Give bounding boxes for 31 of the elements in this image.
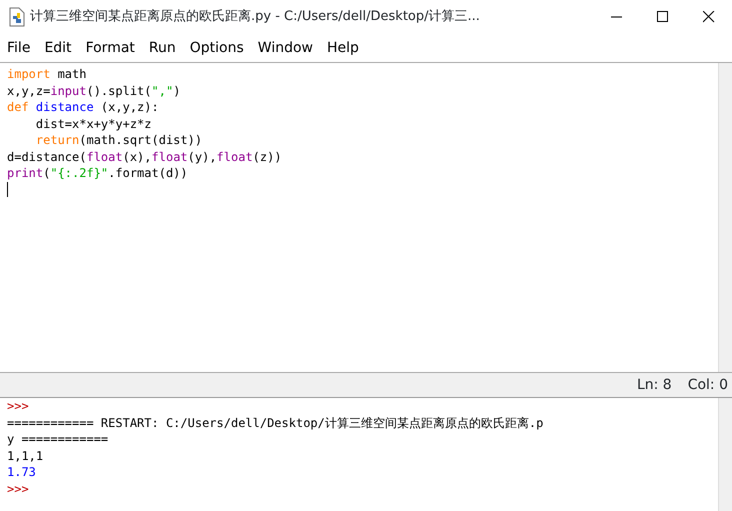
shell-line: 1,1,1: [7, 448, 44, 464]
maximize-icon: [657, 11, 669, 23]
code-line: return(math.sqrt(dist)): [34, 132, 202, 148]
menu-item[interactable]: Options: [182, 38, 251, 58]
code-line: dist=x*x+y*y+z*z: [34, 116, 152, 132]
code-line: def distance (x,y,z):: [7, 99, 159, 116]
line-number-status: Ln: 8: [636, 376, 672, 394]
python-file-icon: [8, 7, 26, 27]
close-icon: [703, 11, 715, 23]
scrollbar[interactable]: [718, 63, 732, 372]
menu-item[interactable]: Help: [320, 38, 366, 58]
window-title: 计算三维空间某点距离原点的欧氏距离.py - C:/Users/dell/Desktop/计算三...: [30, 8, 481, 26]
column-status: Col: 0: [688, 376, 728, 394]
code-editor[interactable]: import math x,y,z=input().split(",") def distance (x,y,z): dist=x*x+y*y+z*z return(math.sqrt(dist)) d=distance(float(x),float(y),float(z)) print("{:.2f}".format(d)): [0, 63, 718, 372]
shell-prompt: >>>: [7, 398, 29, 414]
shell-line: ============ RESTART: C:/Users/dell/Desktop/计算三维空间某点距离原点的欧氏距离.p: [7, 414, 544, 431]
menu-item[interactable]: Format: [78, 38, 142, 58]
shell-line: 1.73: [7, 464, 36, 480]
menu-item[interactable]: Edit: [37, 38, 79, 58]
text-cursor: [7, 182, 8, 196]
shell-line: y ============: [7, 431, 108, 448]
menu-item[interactable]: File: [0, 38, 38, 58]
menu-item[interactable]: Run: [142, 38, 183, 58]
menu-item[interactable]: Window: [250, 38, 320, 58]
code-line: x,y,z=input().split(","): [7, 82, 180, 99]
code-line: d=distance(float(x),float(y),float(z)): [7, 148, 282, 165]
shell-prompt: >>>: [7, 480, 29, 497]
code-line: print("{:.2f}".format(d)): [7, 165, 188, 182]
scrollbar[interactable]: [718, 398, 732, 511]
code-line: import math: [7, 66, 86, 82]
shell-output[interactable]: >>> ============ RESTART: C:/Users/dell/Desktop/计算三维空间某点距离原点的欧氏距离.p y ============ 1,1,1 1.73 >>>: [0, 398, 718, 511]
